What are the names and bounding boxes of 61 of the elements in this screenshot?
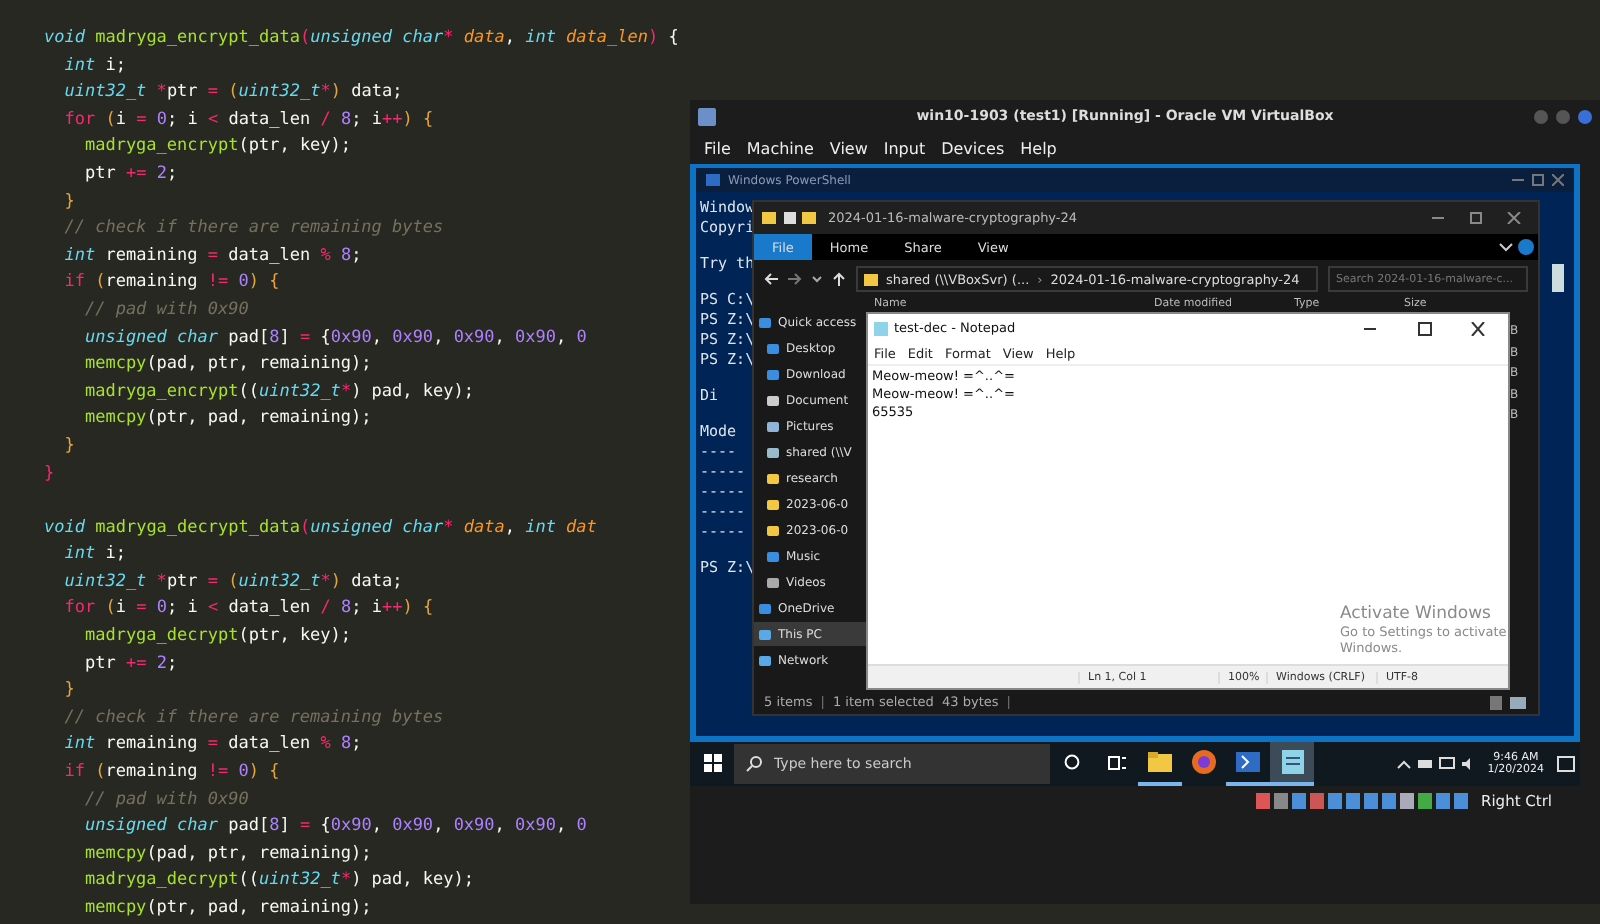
scrollbar-thumb[interactable] bbox=[1551, 264, 1563, 292]
activation-title: Activate Windows bbox=[1340, 604, 1493, 624]
menu-item[interactable]: File bbox=[704, 139, 731, 157]
menu-item[interactable]: Devices bbox=[941, 139, 1005, 157]
code-line: // pad with 0x90 bbox=[82, 297, 251, 324]
code-line: // check if there are remaining bytes bbox=[62, 705, 446, 732]
notepad-icon bbox=[1281, 750, 1303, 774]
close-button[interactable] bbox=[1578, 109, 1592, 123]
terminal-icon bbox=[1236, 752, 1260, 772]
code-line: ptr += 2; bbox=[82, 161, 180, 188]
folder-icon bbox=[1148, 752, 1172, 772]
task-view-icon bbox=[1107, 755, 1125, 769]
code-line: unsigned char pad[8] = {0x90, 0x90, 0x90, 0x90, 0 bbox=[82, 325, 589, 352]
menu-item[interactable]: Machine bbox=[746, 139, 814, 157]
code-line: } bbox=[62, 678, 77, 705]
menu-item[interactable]: Help bbox=[1020, 139, 1057, 157]
code-line: memcpy(ptr, pad, remaining); bbox=[82, 896, 374, 922]
code-line: uint32_t *ptr = (uint32_t*) data; bbox=[62, 569, 405, 596]
code-line: void madryga_encrypt_data(unsigned char* data, int data_len) { bbox=[44, 26, 681, 52]
taskbar-app-button[interactable] bbox=[1270, 742, 1314, 786]
help-icon[interactable] bbox=[1514, 234, 1538, 260]
terminal-icon bbox=[706, 174, 720, 186]
code-line: if (remaining != 0) { bbox=[62, 270, 282, 297]
view-toggle-icons[interactable] bbox=[1488, 695, 1528, 709]
quick-access-toolbar-icons[interactable] bbox=[762, 210, 822, 226]
forward-arrow-icon[interactable] bbox=[788, 272, 802, 286]
code-line: int remaining = data_len % 8; bbox=[62, 243, 364, 270]
code-line: // pad with 0x90 bbox=[82, 787, 251, 814]
up-arrow-icon[interactable] bbox=[832, 272, 846, 286]
folder-icon bbox=[864, 272, 878, 286]
menu-item[interactable]: View bbox=[829, 139, 868, 157]
code-line: memcpy(pad, ptr, remaining); bbox=[82, 841, 374, 868]
circle-icon bbox=[1064, 754, 1080, 770]
code-line: } bbox=[44, 461, 57, 487]
notepad-icon bbox=[874, 321, 888, 335]
code-line: for (i = 0; i < data_len / 8; i++) { bbox=[62, 596, 436, 623]
code-line: if (remaining != 0) { bbox=[62, 760, 282, 787]
code-line: } bbox=[62, 189, 77, 216]
code-line: madryga_encrypt((uint32_t*) pad, key); bbox=[82, 379, 476, 406]
notification-icon[interactable] bbox=[1552, 755, 1580, 773]
code-line: void madryga_decrypt_data(unsigned char* data, int dat bbox=[44, 515, 599, 542]
code-line: unsigned char pad[8] = {0x90, 0x90, 0x90, 0x90, 0 bbox=[82, 814, 589, 841]
code-line: int remaining = data_len % 8; bbox=[62, 732, 364, 759]
code-line: for (i = 0; i < data_len / 8; i++) { bbox=[62, 107, 436, 134]
code-line: memcpy(pad, ptr, remaining); bbox=[82, 352, 374, 379]
code-line: } bbox=[62, 433, 77, 460]
code-line: int i; bbox=[62, 53, 128, 80]
back-arrow-icon[interactable] bbox=[764, 272, 778, 286]
code-line: int i; bbox=[62, 542, 128, 569]
search-icon bbox=[746, 756, 762, 772]
caret-icon[interactable] bbox=[812, 272, 822, 286]
code-line: // check if there are remaining bytes bbox=[62, 216, 446, 243]
code-line: ptr += 2; bbox=[82, 651, 180, 678]
windows-logo-icon bbox=[703, 753, 721, 771]
app-icon bbox=[698, 107, 716, 125]
code-line: madryga_decrypt(ptr, key); bbox=[82, 624, 354, 651]
code-line: madryga_encrypt(ptr, key); bbox=[82, 134, 354, 161]
code-line: uint32_t *ptr = (uint32_t*) data; bbox=[62, 80, 405, 107]
code-line: memcpy(ptr, pad, remaining); bbox=[82, 406, 374, 433]
menu-item[interactable]: Input bbox=[883, 139, 926, 157]
code-line: madryga_decrypt((uint32_t*) pad, key); bbox=[82, 868, 476, 895]
